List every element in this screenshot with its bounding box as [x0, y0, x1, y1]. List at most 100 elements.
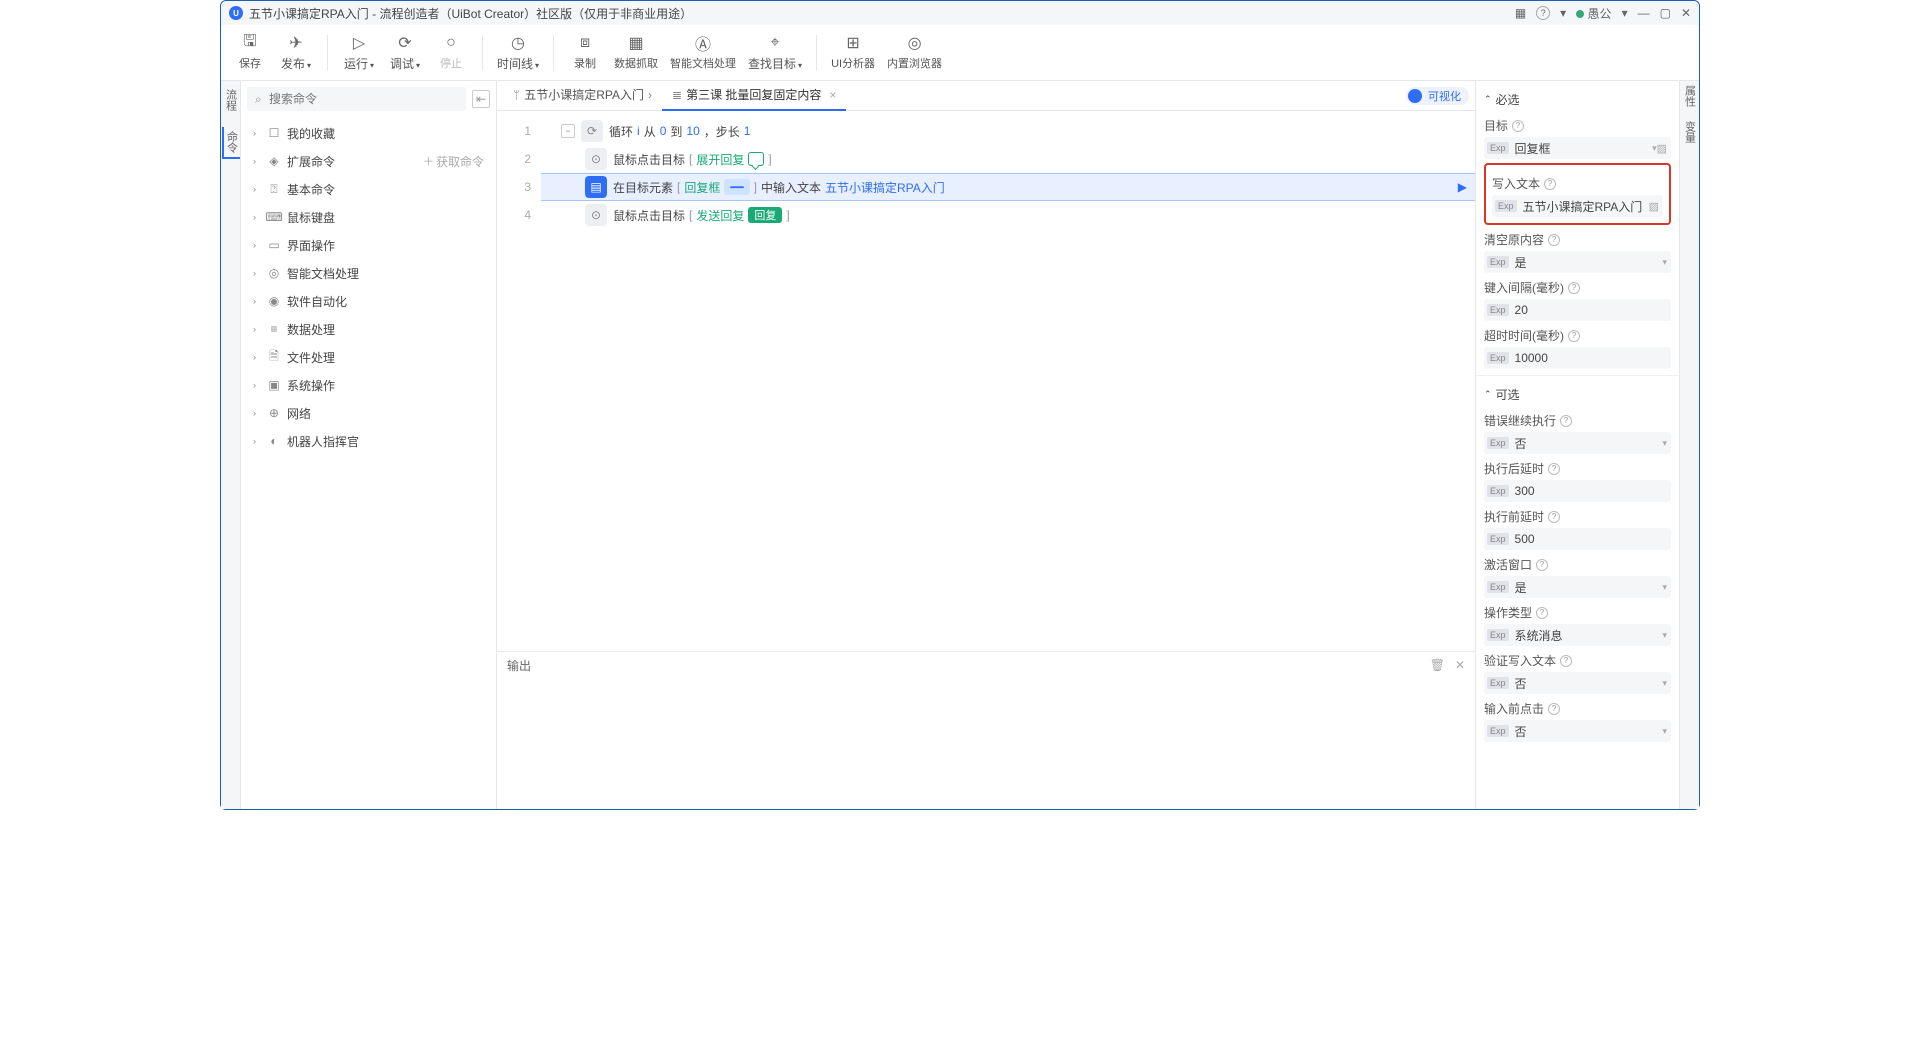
- tree-item-data[interactable]: ›≡数据处理: [247, 315, 490, 343]
- tree-item-favorites[interactable]: ›☐我的收藏: [247, 119, 490, 147]
- save-button[interactable]: 🖫保存: [227, 30, 273, 75]
- close-output-icon[interactable]: ✕: [1455, 658, 1465, 672]
- capture-icon: ▦: [626, 34, 646, 52]
- line-3-selected[interactable]: ▤ 在目标元素 [ 回复框 ━━ ] 中输入文本 五节小课搞定RPA入门 ▶: [541, 173, 1475, 201]
- debug-button[interactable]: ⟳调试▾: [382, 30, 428, 76]
- tree-item-file[interactable]: ›🗎文件处理: [247, 343, 490, 371]
- timeline-button[interactable]: ◷时间线▾: [491, 30, 545, 76]
- rail-tab-variables[interactable]: 变量: [1682, 121, 1698, 143]
- info-icon[interactable]: ?: [1548, 511, 1560, 523]
- target-chip-icon: [748, 152, 764, 166]
- prop-activate-label: 激活窗口: [1484, 556, 1532, 573]
- rail-tab-flow[interactable]: 流程: [223, 85, 239, 115]
- clock-icon: ◷: [508, 34, 528, 52]
- edit-icon[interactable]: ▨: [1649, 200, 1659, 213]
- search-icon: ⌕: [255, 92, 262, 107]
- prop-timeout-value[interactable]: Exp10000: [1484, 347, 1671, 369]
- keyboard-icon: ⌨: [267, 210, 281, 224]
- prop-delayafter-value[interactable]: Exp300: [1484, 480, 1671, 502]
- prop-interval-value[interactable]: Exp20: [1484, 299, 1671, 321]
- prop-validate-value[interactable]: Exp否▾: [1484, 672, 1671, 694]
- output-title: 输出: [507, 657, 531, 674]
- optional-section[interactable]: ⌃可选: [1484, 382, 1671, 406]
- stop-icon: ○: [441, 34, 461, 52]
- uianalyzer-button[interactable]: ⊞UI分析器: [825, 30, 881, 75]
- user-status[interactable]: 愚公: [1576, 5, 1611, 22]
- info-icon[interactable]: ?: [1536, 559, 1548, 571]
- info-icon[interactable]: ?: [1560, 415, 1572, 427]
- info-icon[interactable]: ?: [1544, 178, 1556, 190]
- maximize-icon[interactable]: ▢: [1660, 6, 1671, 20]
- record-icon: ⧈: [575, 34, 595, 52]
- run-line-icon[interactable]: ▶: [1458, 180, 1467, 194]
- info-icon[interactable]: ?: [1548, 463, 1560, 475]
- info-icon[interactable]: ?: [1560, 655, 1572, 667]
- prop-delaybefore-label: 执行前延时: [1484, 508, 1544, 525]
- send-chip: 回复: [748, 207, 782, 223]
- prop-target-value[interactable]: Exp回复框▾▨: [1484, 137, 1671, 159]
- tree-item-network[interactable]: ›⊕网络: [247, 399, 490, 427]
- record-button[interactable]: ⧈录制: [562, 30, 608, 75]
- tree-item-extensions[interactable]: ›◈扩展命令＋ 获取命令: [247, 147, 490, 175]
- tree-item-commander[interactable]: ›◐机器人指挥官: [247, 427, 490, 455]
- prop-optype-value[interactable]: Exp系统消息▾: [1484, 624, 1671, 646]
- capture-button[interactable]: ▦数据抓取: [608, 30, 664, 75]
- tree-item-docai[interactable]: ›◎智能文档处理: [247, 259, 490, 287]
- info-icon[interactable]: ?: [1548, 234, 1560, 246]
- ring-icon: ◎: [267, 266, 281, 280]
- get-commands-link[interactable]: ＋ 获取命令: [423, 153, 484, 170]
- run-button[interactable]: ▷运行▾: [336, 30, 382, 76]
- active-tab[interactable]: ≣第三课 批量回复固定内容×: [662, 81, 846, 111]
- data-icon: ≡: [267, 322, 281, 336]
- prop-delaybefore-value[interactable]: Exp500: [1484, 528, 1671, 550]
- apps-icon[interactable]: ▦: [1515, 6, 1526, 20]
- trash-icon[interactable]: 🗑: [1430, 658, 1445, 672]
- docai-button[interactable]: Ⓐ智能文档处理: [664, 30, 742, 75]
- findtarget-button[interactable]: ⌖查找目标▾: [742, 30, 808, 76]
- rail-tab-properties[interactable]: 属性: [1682, 85, 1698, 107]
- collapse-icon[interactable]: −: [561, 124, 575, 138]
- line-1[interactable]: − ⟳ 循环 i 从 0 到 10 ，步长 1: [541, 117, 1475, 145]
- robot-icon: ◐: [267, 434, 281, 448]
- close-tab-icon[interactable]: ×: [829, 88, 836, 102]
- line-2[interactable]: ⊙ 鼠标点击目标 [ 展开回复 ]: [541, 145, 1475, 173]
- window-title: 五节小课搞定RPA入门 - 流程创造者（UiBot Creator）社区版（仅用…: [249, 5, 1515, 22]
- close-icon[interactable]: ✕: [1681, 6, 1691, 20]
- info-icon[interactable]: ?: [1512, 120, 1524, 132]
- prop-clear-value[interactable]: Exp是▾: [1484, 251, 1671, 273]
- collapse-sidebar-icon[interactable]: ⇤: [472, 90, 490, 108]
- file-icon: 🗎: [267, 350, 281, 364]
- required-section[interactable]: ⌃必选: [1484, 87, 1671, 111]
- tree-item-ui[interactable]: ›▭界面操作: [247, 231, 490, 259]
- prop-clear-label: 清空原内容: [1484, 231, 1544, 248]
- rail-tab-commands[interactable]: 命令: [222, 127, 240, 159]
- prop-errcont-value[interactable]: Exp否▾: [1484, 432, 1671, 454]
- search-input[interactable]: [247, 87, 466, 111]
- highlighted-prop: 写入文本? Exp五节小课搞定RPA入门▨: [1484, 163, 1671, 225]
- visual-toggle[interactable]: 可视化: [1406, 87, 1469, 105]
- info-icon[interactable]: ?: [1568, 282, 1580, 294]
- globe-icon: ⊕: [267, 406, 281, 420]
- flow-editor: 1234 − ⟳ 循环 i 从 0 到 10 ，步长 1 ⊙ 鼠标点击目标 [ …: [497, 111, 1475, 651]
- info-icon[interactable]: ?: [1548, 703, 1560, 715]
- breadcrumb-tab[interactable]: ᛘ五节小课搞定RPA入门›: [503, 81, 662, 111]
- properties-panel: ⌃必选 目标? Exp回复框▾▨ 写入文本? Exp五节小课搞定RPA入门▨ 清…: [1475, 81, 1679, 809]
- browser-button[interactable]: ◎内置浏览器: [881, 30, 948, 75]
- minimize-icon[interactable]: —: [1638, 6, 1650, 20]
- pick-icon[interactable]: ▨: [1657, 142, 1667, 155]
- prop-activate-value[interactable]: Exp是▾: [1484, 576, 1671, 598]
- publish-icon: ✈: [286, 34, 306, 52]
- tree-item-basic[interactable]: ›⍰基本命令: [247, 175, 490, 203]
- prop-text-value[interactable]: Exp五节小课搞定RPA入门▨: [1492, 195, 1663, 217]
- command-sidebar: ⌕ ⇤ ›☐我的收藏 ›◈扩展命令＋ 获取命令 ›⍰基本命令 ›⌨鼠标键盘 ›▭…: [241, 81, 497, 809]
- publish-button[interactable]: ✈发布▾: [273, 30, 319, 76]
- tree-item-mousekb[interactable]: ›⌨鼠标键盘: [247, 203, 490, 231]
- help-icon[interactable]: ?: [1536, 6, 1550, 20]
- info-icon[interactable]: ?: [1568, 330, 1580, 342]
- info-icon[interactable]: ?: [1536, 607, 1548, 619]
- tree-item-software[interactable]: ›◉软件自动化: [247, 287, 490, 315]
- prop-preclick-value[interactable]: Exp否▾: [1484, 720, 1671, 742]
- prop-optype-label: 操作类型: [1484, 604, 1532, 621]
- tree-item-system[interactable]: ›▣系统操作: [247, 371, 490, 399]
- line-4[interactable]: ⊙ 鼠标点击目标 [ 发送回复 回复 ]: [541, 201, 1475, 229]
